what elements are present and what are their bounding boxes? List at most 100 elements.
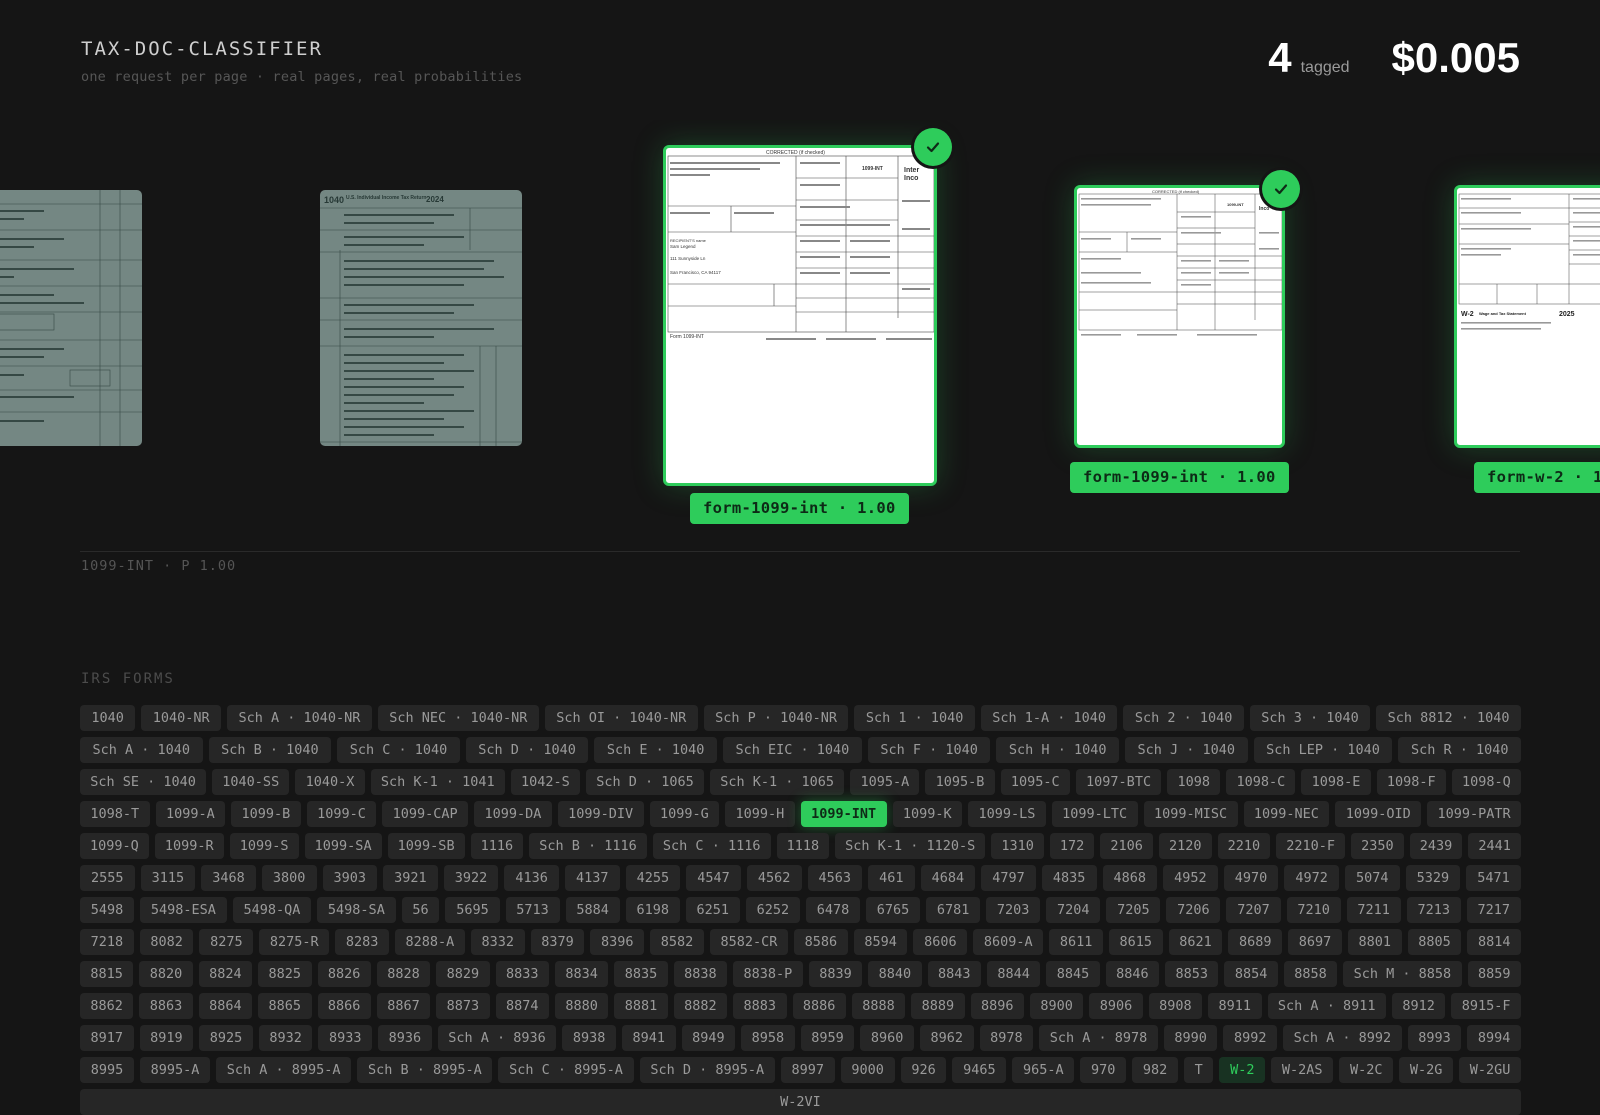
form-chip[interactable]: 8995 [80,1057,134,1083]
form-chip[interactable]: Sch 1-A · 1040 [980,705,1118,731]
form-chip[interactable]: 8834 [555,961,609,987]
form-chip[interactable]: 8825 [258,961,312,987]
form-chip[interactable]: 1040 [80,705,136,731]
form-chip[interactable]: 8992 [1223,1025,1278,1051]
form-chip[interactable]: 4972 [1284,865,1339,891]
form-chip[interactable]: 8828 [376,961,431,987]
form-chip[interactable]: 8609-A [973,929,1044,955]
form-chip[interactable]: 8925 [199,1025,253,1051]
form-chip[interactable]: 1310 [991,833,1044,859]
form-chip[interactable]: 2439 [1409,833,1463,859]
form-chip[interactable]: 8995-A [139,1057,211,1083]
form-chip[interactable]: 8586 [794,929,848,955]
form-chip[interactable]: 8911 [1208,993,1262,1019]
form-chip[interactable]: Sch J · 1040 [1125,737,1248,763]
form-chip[interactable]: 8854 [1224,961,1278,987]
form-chip[interactable]: Sch H · 1040 [996,737,1119,763]
form-chip[interactable]: 8826 [317,961,371,987]
form-chip[interactable]: 8845 [1046,961,1100,987]
form-chip[interactable]: 8993 [1407,1025,1462,1051]
form-chip[interactable]: Sch K-1 · 1041 [370,769,505,795]
form-chip[interactable]: 4684 [920,865,976,891]
form-chip[interactable]: 5498-ESA [140,897,227,923]
form-chip[interactable]: 4952 [1163,865,1218,891]
form-chip[interactable]: 1099-SA [304,833,382,859]
form-chip[interactable]: 8864 [198,993,253,1019]
form-chip[interactable]: 8805 [1407,929,1462,955]
form-chip[interactable]: 1116 [470,833,524,859]
form-chip[interactable]: 2210-F [1276,833,1346,859]
form-chip[interactable]: 965-A [1012,1057,1075,1083]
form-chip[interactable]: 7217 [1466,897,1521,923]
form-chip[interactable]: 1095-A [850,769,920,795]
form-chip[interactable]: Sch B · 1116 [529,833,647,859]
form-chip[interactable]: 8863 [139,993,193,1019]
form-chip[interactable]: Sch M · 8858 [1343,961,1462,987]
form-chip[interactable]: 2210 [1217,833,1271,859]
form-chip[interactable]: 5471 [1466,865,1521,891]
form-chip[interactable]: 8933 [318,1025,373,1051]
form-chip[interactable]: 4835 [1041,865,1097,891]
form-chip[interactable]: 7206 [1166,897,1221,923]
form-chip[interactable]: Sch A · 1040-NR [227,705,372,731]
form-chip[interactable]: 8866 [317,993,371,1019]
form-chip[interactable]: 8697 [1288,929,1342,955]
form-chip[interactable]: Sch LEP · 1040 [1253,737,1393,763]
form-chip[interactable]: Sch F · 1040 [867,737,991,763]
form-chip[interactable]: Sch 1 · 1040 [854,705,975,731]
form-chip[interactable]: 8862 [80,993,134,1019]
form-chip[interactable]: 1098-F [1376,769,1446,795]
form-chip[interactable]: Sch B · 1040 [208,737,332,763]
form-chip[interactable]: 8582-CR [709,929,788,955]
form-chip[interactable]: 8915-F [1451,993,1521,1019]
form-chip[interactable]: 8917 [80,1025,134,1051]
form-chip[interactable]: 9000 [840,1057,895,1083]
form-chip[interactable]: 8936 [378,1025,432,1051]
form-chip[interactable]: 8820 [139,961,193,987]
form-chip[interactable]: 8881 [614,993,668,1019]
form-chip[interactable]: 8912 [1391,993,1446,1019]
form-chip[interactable]: T [1183,1057,1214,1083]
form-chip[interactable]: 1099-INT [800,801,887,827]
form-chip[interactable]: 8839 [808,961,863,987]
form-chip[interactable]: 8611 [1049,929,1103,955]
form-chip[interactable]: 8846 [1105,961,1160,987]
form-chip[interactable]: 8874 [495,993,549,1019]
form-chip[interactable]: 1099-PATR [1427,801,1522,827]
form-chip[interactable]: 1099-NEC [1243,801,1330,827]
form-chip[interactable]: 5074 [1345,865,1400,891]
form-chip[interactable]: 8815 [80,961,134,987]
form-chip[interactable]: Sch K-1 · 1120-S [835,833,986,859]
form-chip[interactable]: 1099-A [155,801,226,827]
form-chip[interactable]: 8801 [1347,929,1402,955]
form-chip[interactable]: 8582 [650,929,704,955]
form-chip[interactable]: Sch B · 8995-A [357,1057,493,1083]
form-chip[interactable]: 8275-R [259,929,330,955]
form-chip[interactable]: 1040-NR [141,705,222,731]
form-chip[interactable]: 4255 [625,865,681,891]
form-chip[interactable]: 6765 [865,897,921,923]
form-chip[interactable]: Sch A · 8936 [437,1025,557,1051]
form-chip[interactable]: 8838 [673,961,728,987]
form-chip[interactable]: 1099-LS [968,801,1046,827]
form-chip[interactable]: 8594 [853,929,908,955]
form-chip[interactable]: Sch NEC · 1040-NR [377,705,539,731]
page-thumbnail[interactable]: W-2 Wage and Tax Statement 2025 [1454,185,1600,448]
form-chip[interactable]: 1099-K [892,801,963,827]
form-chip[interactable]: 8615 [1108,929,1163,955]
form-chip[interactable]: 8990 [1163,1025,1218,1051]
form-chip[interactable]: 1099-DIV [557,801,644,827]
form-chip[interactable]: 4137 [565,865,620,891]
form-chip[interactable]: Sch C · 1116 [652,833,771,859]
form-chip[interactable]: 1099-H [725,801,795,827]
form-chip[interactable]: 1099-G [649,801,720,827]
form-chip[interactable]: 8997 [780,1057,835,1083]
form-chip[interactable]: 8880 [555,993,609,1019]
form-chip[interactable]: 8949 [681,1025,736,1051]
form-chip[interactable]: 3922 [443,865,499,891]
form-chip[interactable]: W-2GU [1459,1057,1522,1083]
form-chip[interactable]: 4868 [1102,865,1158,891]
form-chip[interactable]: 2441 [1468,833,1521,859]
form-chip[interactable]: Sch A · 8992 [1283,1025,1402,1051]
form-chip[interactable]: 4136 [504,865,559,891]
